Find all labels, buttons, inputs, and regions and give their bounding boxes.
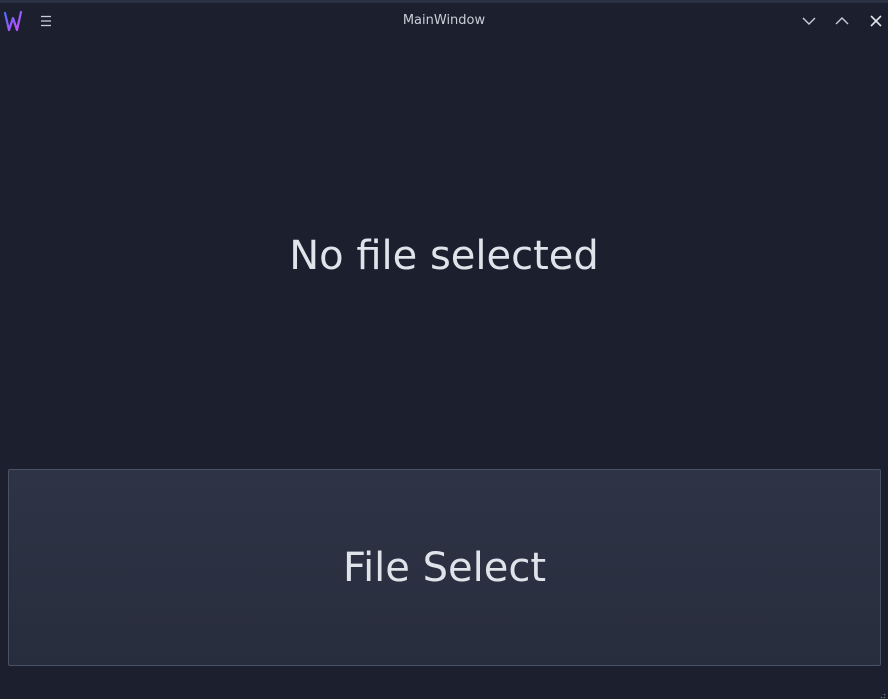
chevron-up-icon [835,17,849,25]
file-status-label: No file selected [289,233,599,279]
maximize-button[interactable] [831,10,853,32]
window-title: MainWindow [402,13,486,28]
main-window: MainWindow No file selected File Select [0,0,888,699]
title-bar[interactable]: MainWindow [0,3,888,39]
resize-grip[interactable] [876,687,886,699]
close-button[interactable] [865,10,887,32]
minimize-button[interactable] [798,10,820,32]
file-select-button[interactable]: File Select [8,469,881,666]
close-icon [870,15,882,27]
chevron-down-icon [802,17,816,25]
